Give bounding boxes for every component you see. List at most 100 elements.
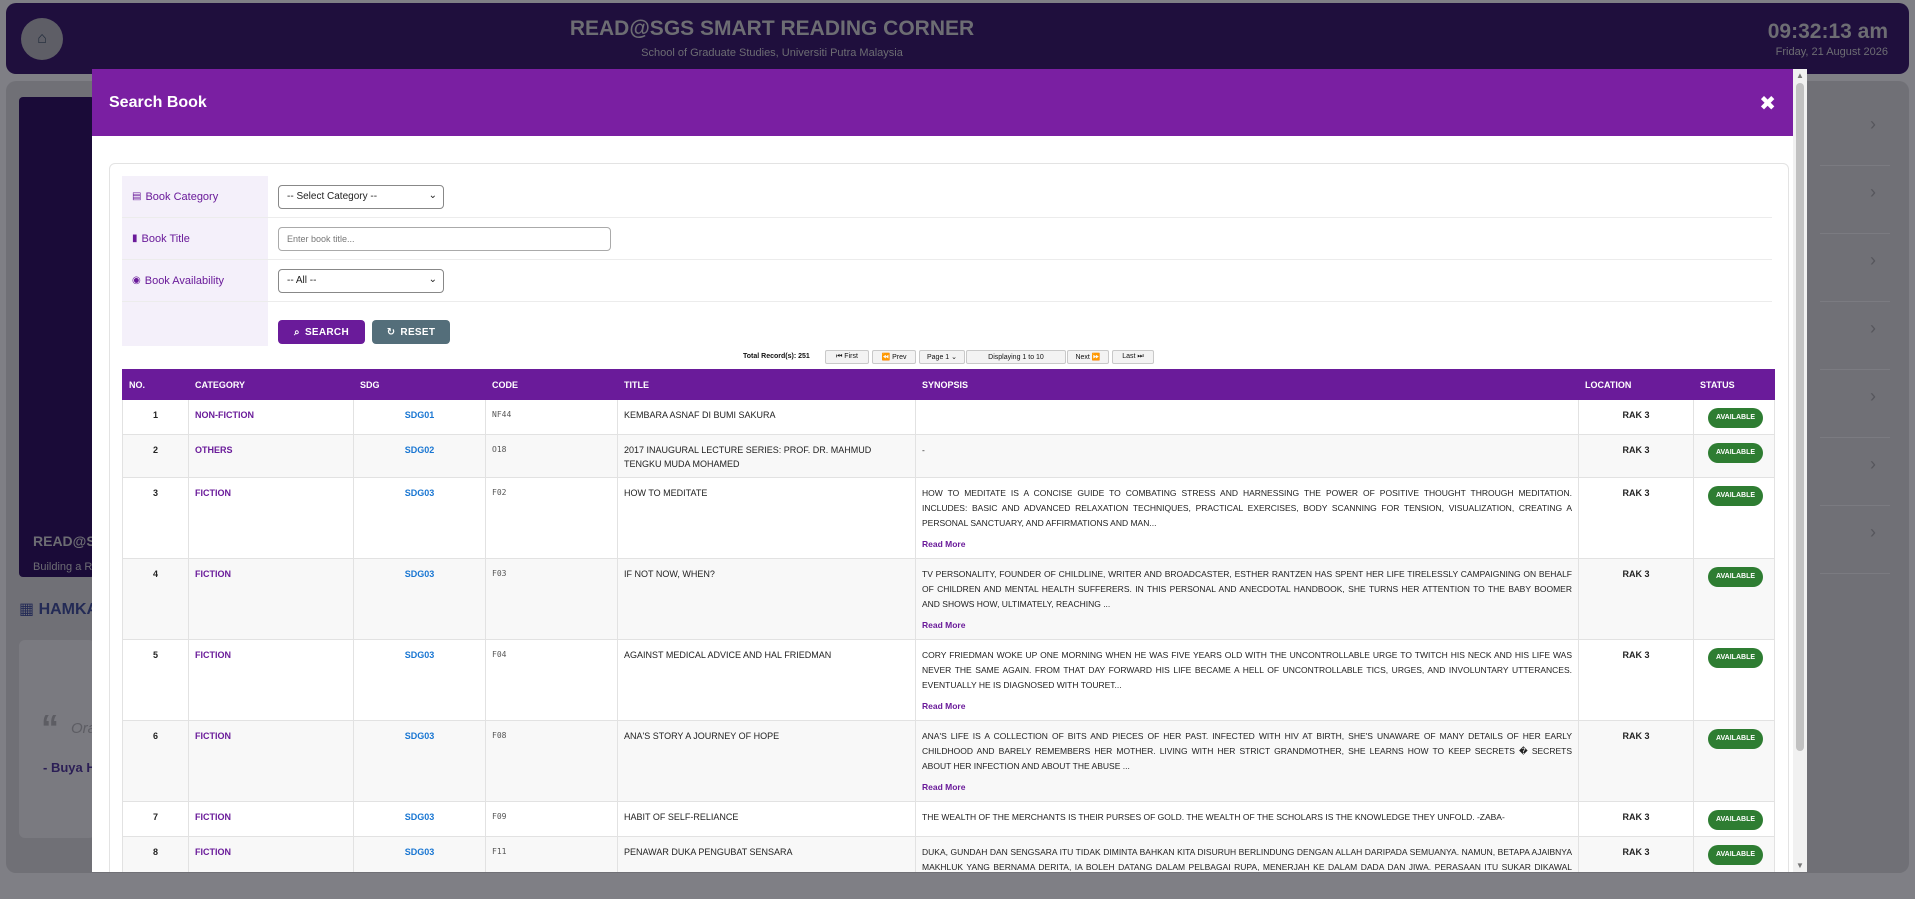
category-label: ▤ Book Category [122,176,268,217]
availability-label: ◉ Book Availability [122,260,268,301]
next-page-button[interactable]: Next ⏩ [1067,350,1109,364]
chevron-right-icon: › [1820,318,1890,370]
row-synopsis: THE WEALTH OF THE MERCHANTS IS THEIR PUR… [915,801,1579,837]
table-row: 5 FICTION SDG03 F04 AGAINST MEDICAL ADVICE A… [122,639,1775,721]
col-header-status: STATUS [1693,369,1775,400]
row-number: 3 [122,477,189,559]
row-title: PENAWAR DUKA PENGUBAT SENSARA [617,836,916,872]
row-synopsis: ANA'S LIFE IS A COLLECTION OF BITS AND P… [915,720,1579,802]
book-title-input[interactable]: Enter book title... [278,227,611,251]
row-sdg-link[interactable]: SDG03 [353,639,486,721]
row-synopsis [915,399,1579,435]
row-synopsis: TV PERSONALITY, FOUNDER OF CHILDLINE, WR… [915,558,1579,640]
table-row: 1 NON-FICTION SDG01 NF44 KEMBARA ASNAF DI BU… [122,399,1775,435]
clock: 09:32:13 am [1767,20,1888,43]
row-title: 2017 INAUGURAL LECTURE SERIES: PROF. DR.… [617,434,916,478]
row-synopsis: - [915,434,1579,478]
read-more-link[interactable]: Read More [922,618,1572,633]
chevron-right-icon: › [1820,454,1890,506]
availability-row: ◉ Book Availability -- All -- ⌄ [122,260,1772,302]
row-sdg-link[interactable]: SDG03 [353,836,486,872]
table-row: 3 FICTION SDG03 F02 HOW TO MEDITATE HOW TO ME… [122,477,1775,559]
row-synopsis: DUKA, GUNDAH DAN SENGSARA ITU TIDAK DIMI… [915,836,1579,872]
row-category: FICTION [188,639,354,721]
hero-subtitle: Building a Re [33,561,99,573]
row-category: NON-FICTION [188,399,354,435]
chevron-right-icon: › [1820,182,1890,234]
close-icon[interactable]: ✖ [1759,91,1776,116]
row-sdg-link[interactable]: SDG01 [353,399,486,435]
row-number: 2 [122,434,189,478]
row-number: 7 [122,801,189,837]
col-header-no: NO. [122,369,189,400]
books-table: NO. CATEGORY SDG CODE TITLE SYNOPSIS LOC… [122,369,1775,872]
synopsis-text: TV PERSONALITY, FOUNDER OF CHILDLINE, WR… [922,569,1572,609]
row-sdg-link[interactable]: SDG03 [353,801,486,837]
row-synopsis: HOW TO MEDITATE IS A CONCISE GUIDE TO CO… [915,477,1579,559]
first-page-button[interactable]: ⏮ First [825,350,869,364]
quote-icon: “ [41,707,59,748]
search-book-modal: Search Book ✖ ▲ ▼ ▤ Book Category -- Sele… [92,69,1807,872]
bookmark-icon: ▮ [132,233,138,244]
last-page-button[interactable]: Last ⏭ [1112,350,1154,364]
refresh-icon: ↻ [386,326,396,338]
status-badge: AVAILABLE [1708,729,1764,749]
title-row: ▮ Book Title Enter book title... [122,218,1772,260]
row-title: HOW TO MEDITATE [617,477,916,559]
chevron-right-icon: › [1820,386,1890,438]
row-status: AVAILABLE [1693,477,1775,559]
synopsis-text: HOW TO MEDITATE IS A CONCISE GUIDE TO CO… [922,488,1572,528]
section-title: ▦ HAMKA [19,601,99,618]
row-code: F03 [485,558,618,640]
app-title: READ@SGS SMART READING CORNER [569,17,975,40]
col-header-category: CATEGORY [188,369,354,400]
search-button[interactable]: ⌕ SEARCH [278,320,365,344]
row-number: 1 [122,399,189,435]
page-select[interactable]: Page 1 ⌄ [919,350,965,364]
row-status: AVAILABLE [1693,558,1775,640]
reset-button[interactable]: ↻ RESET [372,320,450,344]
scrollbar-thumb[interactable] [1796,83,1804,751]
row-sdg-link[interactable]: SDG03 [353,720,486,802]
row-location: RAK 3 [1578,558,1694,640]
row-number: 8 [122,836,189,872]
row-code: F09 [485,801,618,837]
availability-select[interactable]: -- All -- ⌄ [278,269,444,293]
row-title: HABIT OF SELF-RELIANCE [617,801,916,837]
row-sdg-link[interactable]: SDG03 [353,558,486,640]
scroll-up-icon[interactable]: ▲ [1796,71,1804,80]
status-badge: AVAILABLE [1708,408,1764,428]
app-subtitle: School of Graduate Studies, Universiti P… [641,47,903,59]
title-label: ▮ Book Title [122,218,268,259]
row-code: F04 [485,639,618,721]
read-more-link[interactable]: Read More [922,780,1572,795]
category-select[interactable]: -- Select Category -- ⌄ [278,185,444,209]
row-category: FICTION [188,801,354,837]
book-icon: ▤ [132,191,142,202]
row-sdg-link[interactable]: SDG03 [353,477,486,559]
row-title: KEMBARA ASNAF DI BUMI SAKURA [617,399,916,435]
hero-banner [19,97,95,577]
row-status: AVAILABLE [1693,639,1775,721]
row-synopsis: CORY FRIEDMAN WOKE UP ONE MORNING WHEN H… [915,639,1579,721]
scroll-down-icon[interactable]: ▼ [1796,861,1804,870]
buttons-label-cell [122,302,268,346]
read-more-link[interactable]: Read More [922,537,1572,552]
read-more-link[interactable]: Read More [922,699,1572,714]
row-status: AVAILABLE [1693,434,1775,478]
status-badge: AVAILABLE [1708,810,1764,830]
calendar-icon: ▦ [19,601,39,618]
modal-scrollbar[interactable]: ▲ ▼ [1793,69,1807,872]
row-category: FICTION [188,720,354,802]
synopsis-text: - [922,445,925,455]
row-title: ANA'S STORY A JOURNEY OF HOPE [617,720,916,802]
row-location: RAK 3 [1578,434,1694,478]
row-status: AVAILABLE [1693,720,1775,802]
row-category: FICTION [188,477,354,559]
status-badge: AVAILABLE [1708,486,1764,506]
search-icon: ⌕ [294,326,300,338]
prev-page-button[interactable]: ⏪ Prev [872,350,916,364]
chevron-right-icon: › [1820,250,1890,302]
row-sdg-link[interactable]: SDG02 [353,434,486,478]
chevron-right-icon: › [1820,114,1890,166]
